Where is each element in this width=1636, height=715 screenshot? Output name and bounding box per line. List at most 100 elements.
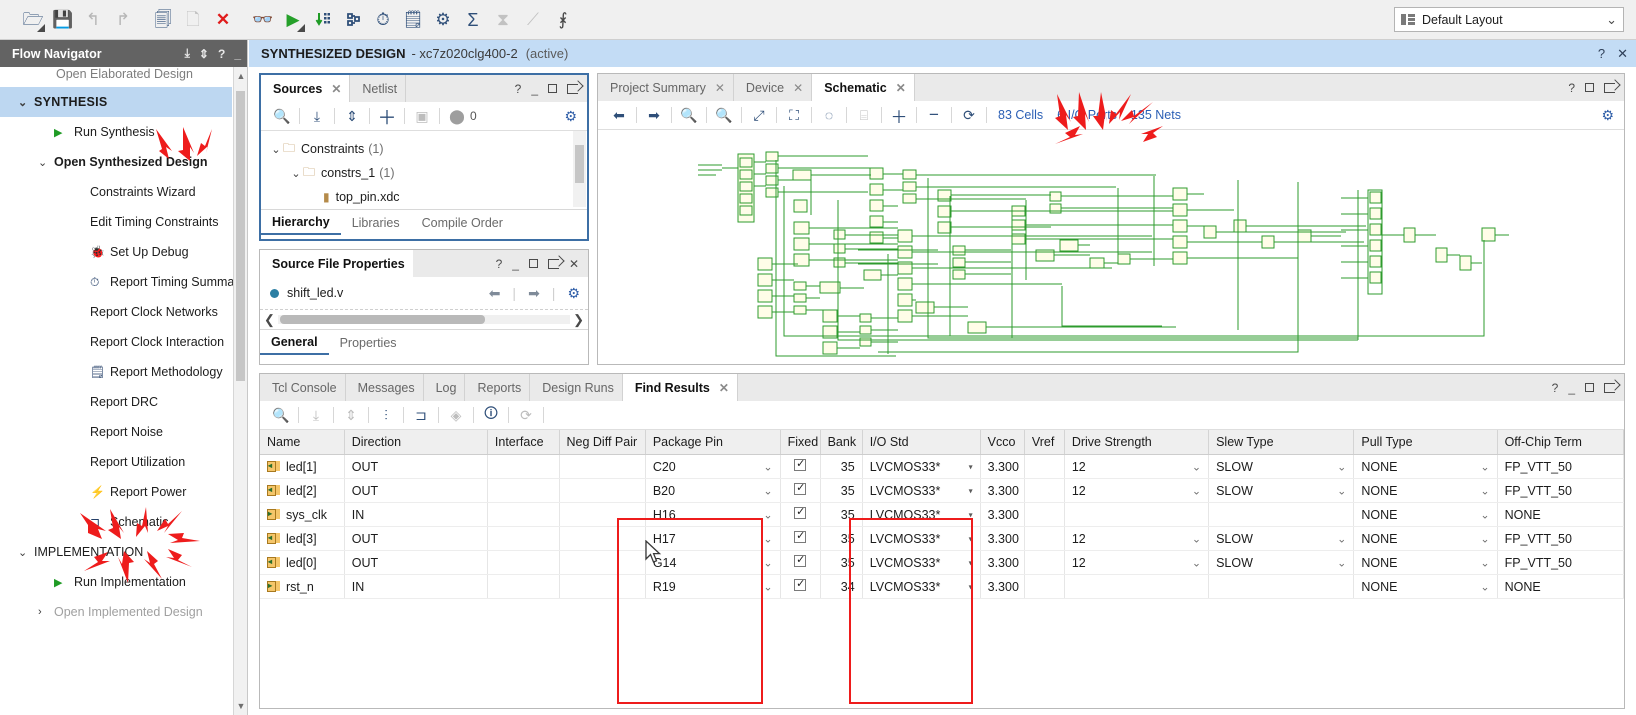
cell-dir[interactable]: OUT xyxy=(344,478,488,503)
cell-vref[interactable] xyxy=(1024,574,1065,599)
column-header[interactable]: Bank xyxy=(820,430,863,455)
cell-neg-diff[interactable] xyxy=(559,502,646,527)
unmark-icon[interactable]: ⨘ xyxy=(548,5,578,35)
cell-name[interactable]: ◂ led[0] xyxy=(260,550,345,575)
cell-dir[interactable]: OUT xyxy=(344,454,488,479)
cell-io-std[interactable]: LVCMOS33* ▾ xyxy=(862,550,981,575)
flow-nav-item-synthesis[interactable]: ⌄ SYNTHESIS xyxy=(0,87,232,117)
cell-offchip[interactable]: FP_VTT_50 xyxy=(1497,526,1624,551)
flow-nav-item-constraints-wizard[interactable]: Constraints Wizard xyxy=(0,177,232,207)
column-header[interactable]: Vcco xyxy=(980,430,1025,455)
refresh-layout-icon[interactable]: ◌ xyxy=(816,102,842,128)
flow-nav-item-edit-timing-constraints[interactable]: Edit Timing Constraints xyxy=(0,207,232,237)
sort-icon[interactable]: ⇕ xyxy=(199,47,209,61)
cell-vcco[interactable]: 3.300 xyxy=(980,526,1025,551)
scrollbar-thumb[interactable] xyxy=(575,145,584,183)
chevron-down-icon[interactable]: ⌄ xyxy=(763,580,772,593)
expand-all-icon[interactable]: ⇕ xyxy=(338,402,364,428)
cell-neg-diff[interactable] xyxy=(559,550,646,575)
tab-find-results[interactable]: Find Results ✕ xyxy=(622,374,738,401)
sources-tree-scrollbar[interactable] xyxy=(573,131,586,207)
help-icon[interactable]: ? xyxy=(1552,381,1559,395)
scroll-right-icon[interactable]: ❯ xyxy=(573,312,584,328)
tab-source-file-properties[interactable]: Source File Properties xyxy=(260,250,413,277)
chevron-down-icon[interactable]: ⌄ xyxy=(1337,532,1346,545)
gear-icon[interactable]: ⚙ xyxy=(1601,107,1614,124)
cell-fixed[interactable] xyxy=(780,550,821,575)
float-icon[interactable] xyxy=(1604,382,1615,393)
maximize-icon[interactable] xyxy=(528,259,538,268)
sfp-horizontal-scrollbar[interactable]: ❮ ❯ xyxy=(260,309,588,329)
minimize-icon[interactable]: _ xyxy=(234,47,241,61)
chevron-down-icon[interactable]: ⌄ xyxy=(1337,556,1346,569)
cell-slew[interactable]: SLOW ⌄ xyxy=(1208,454,1355,479)
scroll-down-icon[interactable]: ▼ xyxy=(236,701,246,711)
back-icon[interactable]: ⬅ xyxy=(606,102,632,128)
settings-gear-icon[interactable]: ⚙ xyxy=(428,5,458,35)
cell-vref[interactable] xyxy=(1024,550,1065,575)
layout-selector[interactable]: Default Layout ⌄ xyxy=(1394,7,1624,32)
cell-vcco[interactable]: 3.300 xyxy=(980,550,1025,575)
cell-drive[interactable] xyxy=(1064,574,1210,599)
cell-io-std[interactable]: LVCMOS33* ▾ xyxy=(862,574,981,599)
table-row[interactable]: ◂led[2]OUTB20⌄35LVCMOS33*▾3.30012⌄SLOW⌄N… xyxy=(260,478,1624,503)
close-icon[interactable]: ✕ xyxy=(331,82,341,96)
cell-bank[interactable]: 35 xyxy=(820,502,863,527)
highlight-icon[interactable]: ◈ xyxy=(443,402,469,428)
schematic-icon[interactable]: ⊐ xyxy=(408,402,434,428)
refresh-icon[interactable]: ⟳ xyxy=(513,402,539,428)
column-header[interactable]: Vref xyxy=(1024,430,1065,455)
fixed-checkbox[interactable] xyxy=(794,577,807,591)
zoom-area-icon[interactable]: ⛶ xyxy=(781,102,807,128)
fixed-checkbox[interactable] xyxy=(794,457,807,471)
design-help-icon[interactable]: ? xyxy=(1598,46,1605,62)
chevron-down-icon[interactable]: ⌄ xyxy=(1192,556,1201,569)
cell-dir[interactable]: IN xyxy=(344,574,488,599)
help-icon[interactable]: ? xyxy=(218,47,225,61)
cell-vcco[interactable]: 3.300 xyxy=(980,478,1025,503)
tab-reports[interactable]: Reports xyxy=(465,374,531,401)
cell-fixed[interactable] xyxy=(780,454,821,479)
schematic-icon[interactable] xyxy=(338,5,368,35)
cell-vref[interactable] xyxy=(1024,502,1065,527)
cell-interface[interactable] xyxy=(487,574,560,599)
cell-package-pin[interactable]: B20 ⌄ xyxy=(645,478,781,503)
add-sources-icon[interactable]: ＋ xyxy=(374,103,400,129)
cell-offchip[interactable]: FP_VTT_50 xyxy=(1497,550,1624,575)
scrollbar-thumb[interactable] xyxy=(236,91,245,381)
sum-sigma-icon[interactable]: Σ xyxy=(458,5,488,35)
chevron-down-icon[interactable]: ⌄ xyxy=(763,484,772,497)
cell-neg-diff[interactable] xyxy=(559,478,646,503)
cell-neg-diff[interactable] xyxy=(559,454,646,479)
cell-vcco[interactable]: 3.300 xyxy=(980,502,1025,527)
no-timing-icon[interactable]: ⧗ xyxy=(488,5,518,35)
chevron-down-icon[interactable]: ⌄ xyxy=(1480,484,1489,497)
cell-drive[interactable]: 12 ⌄ xyxy=(1064,478,1210,503)
column-header[interactable]: I/O Std xyxy=(862,430,981,455)
cell-vref[interactable] xyxy=(1024,454,1065,479)
tab-netlist[interactable]: Netlist xyxy=(350,75,407,102)
cell-fixed[interactable] xyxy=(780,574,821,599)
flow-nav-item-set-up-debug[interactable]: 🐞 Set Up Debug xyxy=(0,237,232,267)
cell-neg-diff[interactable] xyxy=(559,526,646,551)
help-icon[interactable]: ? xyxy=(515,82,522,96)
cell-package-pin[interactable]: C20 ⌄ xyxy=(645,454,781,479)
chevron-down-icon[interactable]: ▾ xyxy=(969,486,973,495)
chevron-down-icon[interactable]: ▾ xyxy=(969,582,973,591)
twisty-icon[interactable]: › xyxy=(38,606,54,618)
cell-dir[interactable]: OUT xyxy=(344,550,488,575)
tab-schematic[interactable]: Schematic ✕ xyxy=(812,74,915,101)
cell-package-pin[interactable]: H17 ⌄ xyxy=(645,526,781,551)
table-row[interactable]: ▸ rst_n IN R19 ⌄ 34 LVCMOS33* ▾ 3.300 NONE ⌄ NONE xyxy=(260,574,1624,599)
chevron-down-icon[interactable]: ⌄ xyxy=(1480,556,1489,569)
table-row[interactable]: ▸ sys_clk IN H16 ⌄ 35 LVCMOS33* ▾ 3.300 NONE ⌄ NONE xyxy=(260,502,1624,527)
cell-slew[interactable]: SLOW ⌄ xyxy=(1208,550,1355,575)
flow-nav-item-report-utilization[interactable]: Report Utilization xyxy=(0,447,232,477)
chevron-down-icon[interactable]: ▾ xyxy=(969,462,973,471)
cell-pull[interactable]: NONE ⌄ xyxy=(1353,502,1498,527)
expand-cell-icon[interactable]: ⌸ xyxy=(851,102,877,128)
chevron-down-icon[interactable]: ⌄ xyxy=(1337,484,1346,497)
cell-slew[interactable]: SLOW ⌄ xyxy=(1208,478,1355,503)
cell-pull[interactable]: NONE ⌄ xyxy=(1353,526,1498,551)
help-box-icon[interactable]: ▣ xyxy=(409,103,435,129)
